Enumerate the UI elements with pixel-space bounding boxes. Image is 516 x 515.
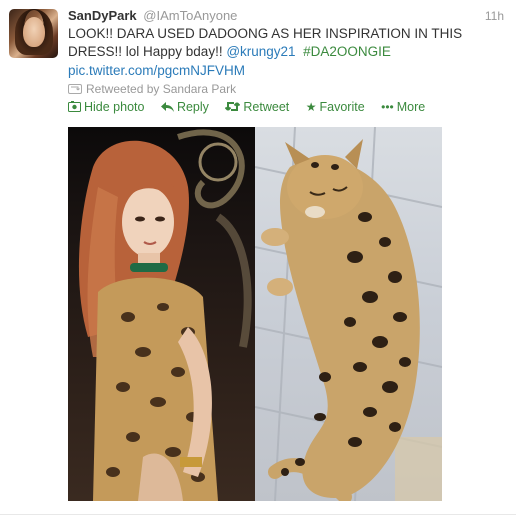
more-label: More: [396, 100, 426, 114]
hide-photo-label: Hide photo: [84, 100, 145, 114]
tweet-text: LOOK!! DARA USED DADOONG AS HER INSPIRAT…: [68, 25, 480, 61]
star-icon: ★: [305, 100, 317, 114]
retweet-icon: [225, 98, 241, 116]
retweet-small-icon: [68, 82, 82, 94]
hashtag-link[interactable]: #DA2OONGIE: [303, 44, 391, 59]
tweet: SanDyPark @IAmToAnyone 11h LOOK!! DARA U…: [0, 0, 516, 515]
pic-link[interactable]: pic.twitter.com/pgcmNJFVHM: [68, 62, 245, 80]
avatar-face: [23, 17, 45, 47]
tweet-photo[interactable]: [68, 127, 442, 501]
photo-sleeping-bengal-cat: [255, 127, 442, 501]
hide-photo-button[interactable]: Hide photo: [68, 98, 144, 116]
photo-icon: [68, 98, 81, 116]
mention-link[interactable]: @krungy21: [226, 44, 295, 59]
more-dots-icon: •••: [381, 100, 394, 114]
more-button[interactable]: ••• More: [381, 98, 425, 116]
tweet-header: SanDyPark @IAmToAnyone 11h: [68, 7, 508, 25]
user-handle[interactable]: @IAmToAnyone: [143, 8, 237, 23]
retweet-label: Retweet: [243, 100, 290, 114]
retweeted-by-text: Retweeted by Sandara Park: [86, 82, 237, 96]
favorite-label: Favorite: [319, 100, 365, 114]
tweet-actions: Hide photo Reply Retweet ★ Favorite ••• Mo…: [68, 98, 438, 116]
favorite-button[interactable]: ★ Favorite: [306, 98, 365, 116]
reply-button[interactable]: Reply: [160, 98, 209, 116]
reply-arrow-icon: [160, 98, 174, 116]
photo-woman-in-leopard-dress: [68, 127, 255, 501]
reply-label: Reply: [176, 100, 209, 114]
avatar[interactable]: [9, 9, 58, 58]
display-name[interactable]: SanDyPark: [68, 8, 137, 23]
timestamp[interactable]: 11h: [485, 7, 504, 25]
retweeted-by: Retweeted by Sandara Park: [68, 81, 236, 97]
retweet-button[interactable]: Retweet: [225, 98, 289, 116]
